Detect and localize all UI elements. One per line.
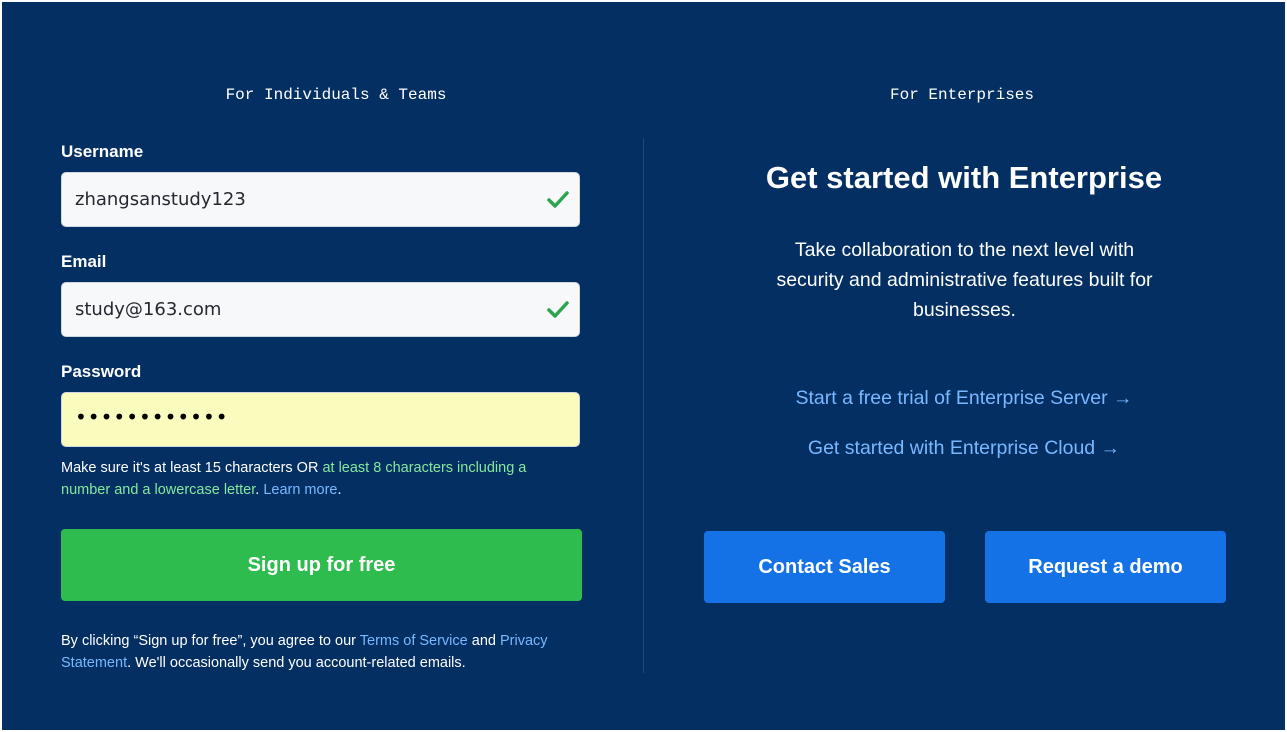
signup-page: For Individuals & Teams For Enterprises … <box>2 2 1285 730</box>
username-value: zhangsanstudy123 <box>75 189 246 210</box>
password-hint: Make sure it's at least 15 characters OR… <box>61 457 561 501</box>
password-label: Password <box>61 362 142 381</box>
hint-prefix: Make sure it's at least 15 characters OR <box>61 460 323 476</box>
terms-prefix: By clicking “Sign up for free”, you agre… <box>61 633 360 649</box>
check-icon <box>547 191 569 208</box>
password-input[interactable]: •••••••••••• <box>61 392 580 447</box>
contact-sales-button[interactable]: Contact Sales <box>704 531 945 603</box>
username-input[interactable]: zhangsanstudy123 <box>61 172 580 227</box>
email-label: Email <box>61 252 107 271</box>
request-demo-button[interactable]: Request a demo <box>985 531 1226 603</box>
column-divider <box>643 138 644 673</box>
enterprise-description: Take collaboration to the next level wit… <box>776 239 1153 321</box>
email-value: study@163.com <box>75 299 222 320</box>
email-input[interactable]: study@163.com <box>61 282 580 337</box>
hint-suffix: . <box>337 482 342 498</box>
enterprise-title: Get started with Enterprise <box>765 160 1163 195</box>
password-value: •••••••••••• <box>75 405 229 429</box>
terms-suffix: . We'll occasionally send you account-re… <box>127 655 466 671</box>
username-label: Username <box>61 142 144 161</box>
terms-and: and <box>467 633 500 649</box>
enterprises-heading: For Enterprises <box>889 86 1035 104</box>
check-icon <box>547 301 569 318</box>
learn-more-link[interactable]: Learn more <box>263 482 337 498</box>
terms-of-service-link[interactable]: Terms of Service <box>360 633 468 649</box>
signup-button[interactable]: Sign up for free <box>61 529 582 601</box>
enterprise-server-trial-link[interactable]: Start a free trial of Enterprise Server … <box>662 387 1266 410</box>
enterprise-cloud-link[interactable]: Get started with Enterprise Cloud → <box>662 437 1266 460</box>
terms-notice: By clicking “Sign up for free”, you agre… <box>61 630 571 674</box>
individuals-heading: For Individuals & Teams <box>225 86 447 104</box>
